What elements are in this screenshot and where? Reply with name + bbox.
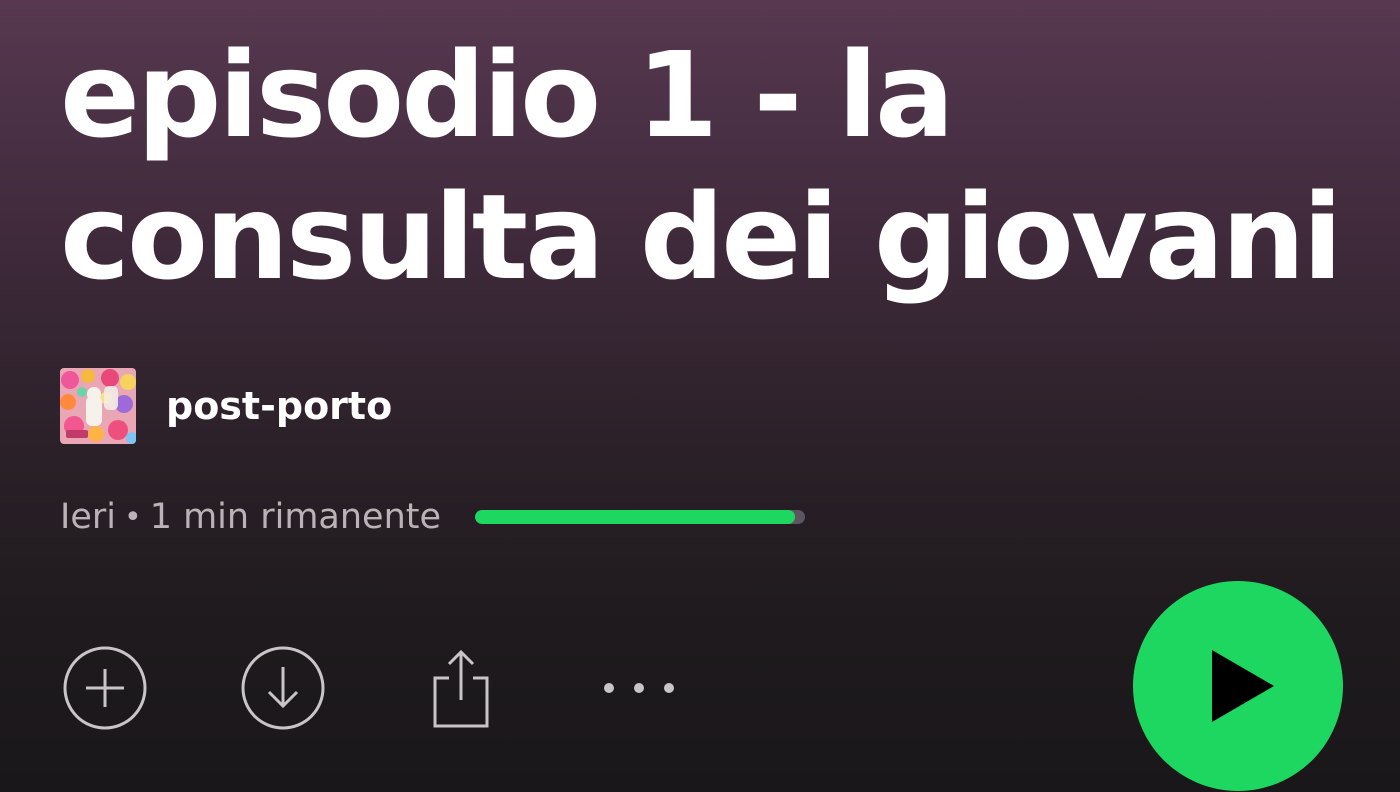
time-remaining: 1 min rimanente — [149, 497, 442, 537]
more-options-button[interactable] — [594, 643, 684, 733]
episode-title: episodio 1 - la consulta dei giovani — [60, 26, 1343, 306]
add-button[interactable] — [60, 643, 150, 733]
show-name[interactable]: post-porto — [166, 384, 392, 428]
plus-circle-icon — [63, 646, 147, 730]
progress-bar — [475, 510, 806, 524]
podcast-cover-image[interactable] — [60, 368, 136, 444]
episode-actions — [60, 640, 684, 736]
play-button[interactable] — [1133, 581, 1343, 791]
share-icon — [433, 649, 489, 728]
episode-meta-text: Ieri • 1 min rimanente — [60, 497, 441, 537]
meta-separator: • — [123, 499, 142, 535]
episode-date: Ieri — [60, 497, 116, 537]
progress-bar-fill — [475, 510, 796, 524]
download-circle-icon — [241, 646, 325, 730]
show-link[interactable]: post-porto — [60, 368, 392, 444]
more-horizontal-icon — [604, 683, 674, 693]
download-button[interactable] — [238, 643, 328, 733]
share-button[interactable] — [416, 643, 506, 733]
play-icon — [1212, 650, 1274, 722]
episode-meta: Ieri • 1 min rimanente — [60, 490, 806, 544]
